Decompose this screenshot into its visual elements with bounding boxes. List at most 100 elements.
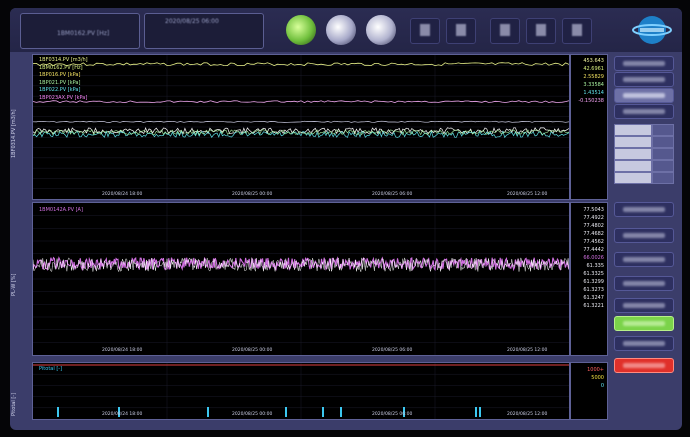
xtick-label: 2020/08/24 18:00 — [102, 348, 143, 353]
trend-ylabel-1: 1BF0314.PV [m3/h] — [11, 109, 17, 158]
toolbar-button-1[interactable] — [410, 18, 440, 44]
sidebar-cell-1a[interactable] — [614, 124, 652, 136]
current-value: 61.3221 — [583, 303, 604, 309]
sidebar-button-red[interactable] — [614, 358, 674, 373]
current-value: 77.4562 — [583, 239, 604, 245]
sidebar-cell-3a[interactable] — [614, 148, 652, 160]
sidebar-button-green[interactable] — [614, 316, 674, 331]
sidebar-cell-4b[interactable] — [652, 160, 674, 172]
xtick-label: 2020/08/24 18:00 — [102, 412, 143, 417]
current-value: -0.150238 — [578, 98, 604, 104]
sidebar-button-10[interactable] — [614, 336, 674, 351]
xtick-label: 2020/08/25 12:00 — [507, 192, 548, 197]
sidebar-button-4[interactable] — [614, 104, 674, 119]
toolbar-button-3[interactable] — [490, 18, 520, 44]
xtick-label: 2020/08/25 00:00 — [232, 192, 273, 197]
sidebar-button-5[interactable] — [614, 202, 674, 217]
legend-entry: 1BM0142A.PV [A] — [39, 207, 83, 213]
top-toolbar: 1BM0162.PV [Hz] 2020/08/25 06:00 — [10, 8, 682, 52]
current-value: 42.6961 — [583, 66, 604, 72]
xtick-label: 2020/08/25 06:00 — [372, 192, 413, 197]
current-value: 1.43514 — [583, 90, 604, 96]
toolbar-icon-3 — [500, 24, 510, 36]
sidebar-button-6[interactable] — [614, 228, 674, 243]
sidebar-cell-2b[interactable] — [652, 136, 674, 148]
current-value: 61.335 — [586, 263, 605, 269]
sidebar-button-1[interactable] — [614, 56, 674, 71]
current-value: 453.643 — [583, 58, 604, 64]
current-value: 2.55829 — [583, 74, 604, 80]
legend-entry: 1BM0162.PV [Hz] — [39, 64, 83, 71]
sidebar-cell-4a[interactable] — [614, 160, 652, 172]
header-time-text: 2020/08/25 06:00 — [165, 18, 219, 25]
xtick-label: 2020/08/25 12:00 — [507, 348, 548, 353]
pitotal-spike — [475, 407, 477, 417]
status-gray-indicator-2[interactable] — [366, 15, 396, 45]
xtick-label: 2020/08/25 00:00 — [232, 412, 273, 417]
current-value: 77.4682 — [583, 231, 604, 237]
sidebar-cell-1b[interactable] — [652, 124, 674, 136]
current-value: 0 — [600, 383, 604, 389]
scada-screen: 1BM0162.PV [Hz] 2020/08/25 06:00 1BF0314… — [10, 8, 682, 430]
toolbar-button-4[interactable] — [526, 18, 556, 44]
current-value: 61.3325 — [583, 271, 604, 277]
right-sidebar — [610, 52, 676, 422]
pitotal-spike — [340, 407, 342, 417]
trend-panel-2: 1BM0142A.PV [A] — [32, 202, 570, 356]
current-value: 1000+ — [587, 367, 604, 373]
sidebar-button-9[interactable] — [614, 298, 674, 313]
pitotal-spike — [207, 407, 209, 417]
header-tag-box[interactable]: 1BM0162.PV [Hz] — [20, 13, 140, 49]
current-value: 3.33584 — [583, 82, 604, 88]
legend-entry: Pitotal [-] — [39, 366, 63, 372]
pitotal-spike — [57, 407, 59, 417]
trend-plot-3[interactable] — [33, 363, 569, 419]
trend-plot-2[interactable] — [33, 203, 569, 355]
xtick-label: 2020/08/25 06:00 — [372, 412, 413, 417]
trend-ylabel-3: Pitotal [-] — [11, 392, 17, 416]
sidebar-cell-5a[interactable] — [614, 172, 652, 184]
current-value: 77.4442 — [583, 247, 604, 253]
sidebar-button-7[interactable] — [614, 252, 674, 267]
trend-plot-1[interactable] — [33, 55, 569, 199]
toolbar-icon-5 — [572, 24, 582, 36]
sidebar-cell-3b[interactable] — [652, 148, 674, 160]
current-value: 61.3247 — [583, 295, 604, 301]
sidebar-cell-2a[interactable] — [614, 136, 652, 148]
company-logo-icon — [632, 16, 672, 44]
sidebar-button-3[interactable] — [614, 88, 674, 103]
pitotal-spike — [322, 407, 324, 417]
value-column-1: 453.643 42.6961 2.55829 3.33584 1.43514 -0.15… — [570, 54, 608, 200]
current-value: 66.0026 — [583, 255, 604, 261]
current-value: 61.3299 — [583, 279, 604, 285]
current-value: 61.3273 — [583, 287, 604, 293]
current-value: 77.5043 — [583, 207, 604, 213]
legend-entry: 1BP022.PV [kPa] — [39, 87, 81, 93]
trend-panel-1: 1BF0314.PV [m3/h] 1BM0162.PV [Hz] 1BP016.P… — [32, 54, 570, 200]
toolbar-icon-4 — [536, 24, 546, 36]
xtick-label: 2020/08/25 12:00 — [507, 412, 548, 417]
xtick-label: 2020/08/25 06:00 — [372, 348, 413, 353]
legend-entry: 1BP016.PV [kPa] — [39, 72, 81, 78]
xtick-label: 2020/08/24 18:00 — [102, 192, 143, 197]
pitotal-spike — [285, 407, 287, 417]
sidebar-button-8[interactable] — [614, 276, 674, 291]
legend-entry: 1BP023AX.PV [kPa] — [39, 94, 88, 101]
current-value: 77.4802 — [583, 223, 604, 229]
xtick-label: 2020/08/25 00:00 — [232, 348, 273, 353]
current-value: 77.4922 — [583, 215, 604, 221]
toolbar-button-2[interactable] — [446, 18, 476, 44]
toolbar-icon-2 — [456, 24, 466, 36]
status-gray-indicator-1[interactable] — [326, 15, 356, 45]
value-column-2: 77.5043 77.4922 77.4802 77.4682 77.4562 77.44… — [570, 202, 608, 356]
toolbar-icon-1 — [420, 24, 430, 36]
pitotal-spike — [479, 407, 481, 417]
sidebar-button-2[interactable] — [614, 72, 674, 87]
sidebar-cell-5b[interactable] — [652, 172, 674, 184]
toolbar-button-5[interactable] — [562, 18, 592, 44]
header-time-box[interactable]: 2020/08/25 06:00 — [144, 13, 264, 49]
value-column-3: 1000+ 5000 0 — [570, 362, 608, 420]
status-green-indicator[interactable] — [286, 15, 316, 45]
legend-entry: 1BP021.PV [kPa] — [39, 79, 81, 86]
trend-ylabel-2: PL-W [%] — [11, 273, 17, 297]
